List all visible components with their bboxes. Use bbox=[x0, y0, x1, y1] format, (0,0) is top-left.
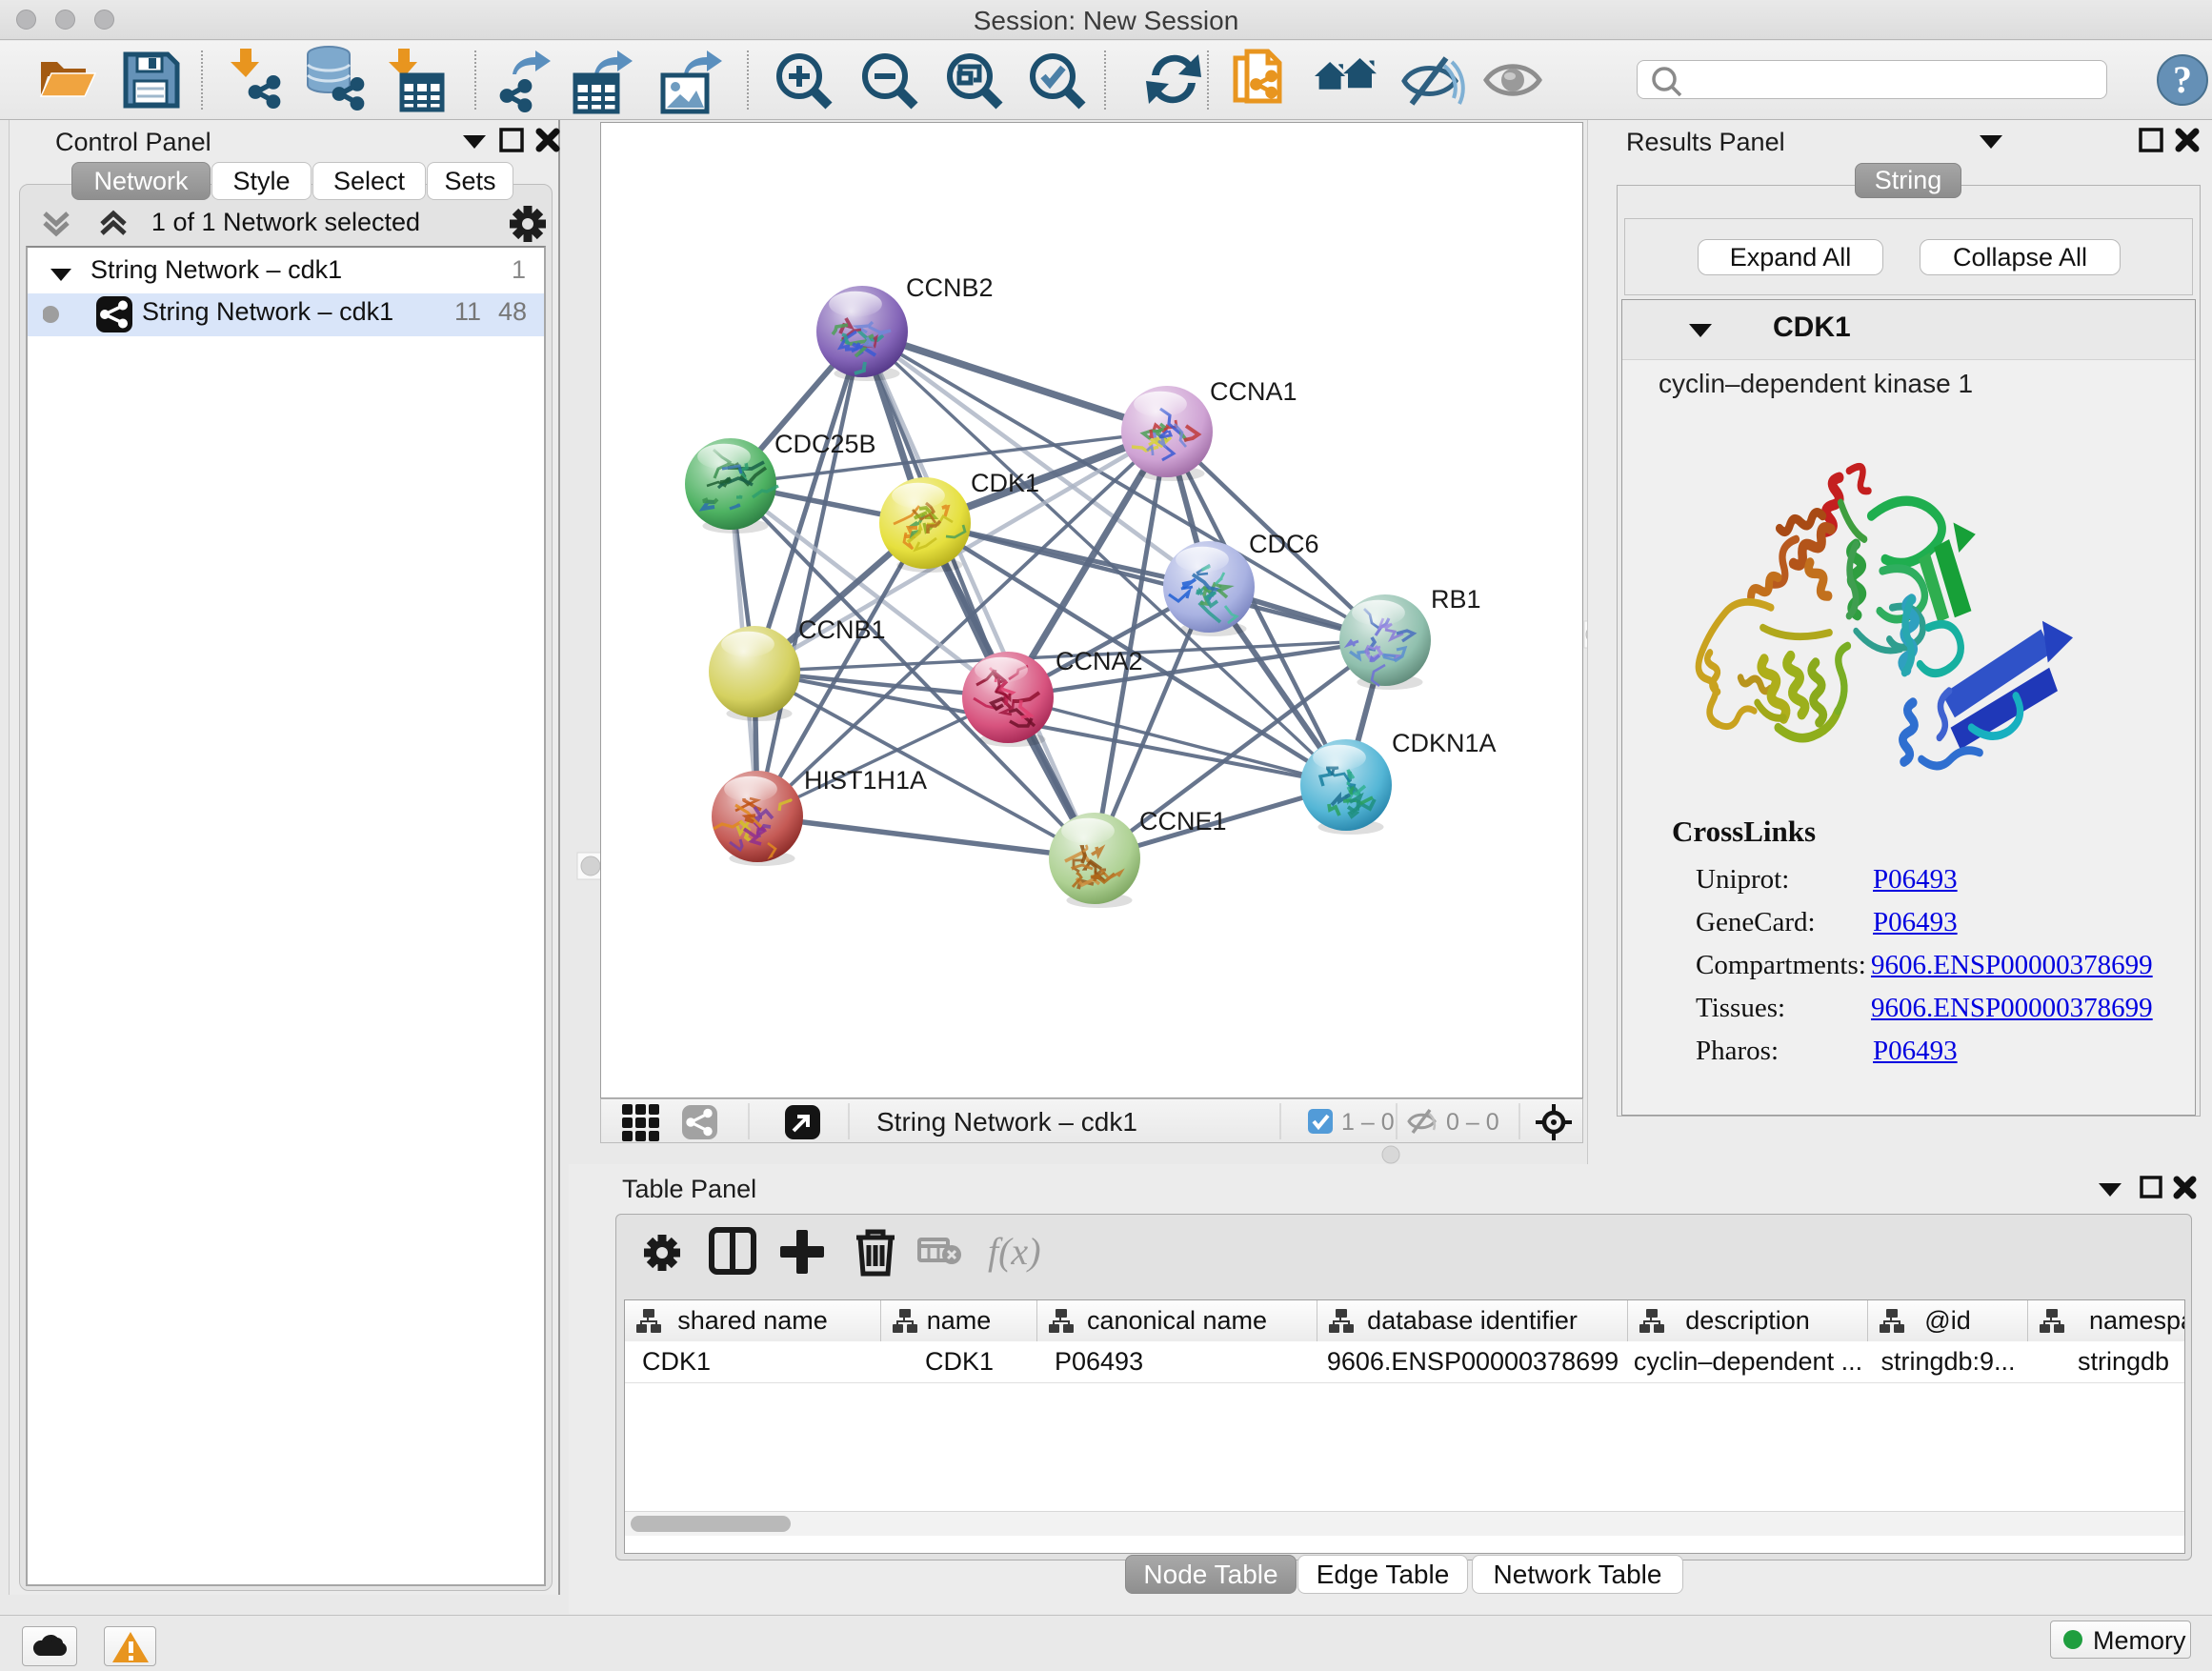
svg-text:RB1: RB1 bbox=[1431, 585, 1481, 614]
svg-text:CCNB1: CCNB1 bbox=[798, 615, 886, 644]
svg-text:String Network – cdk1: String Network – cdk1 bbox=[876, 1107, 1137, 1137]
svg-text:HIST1H1A: HIST1H1A bbox=[804, 766, 927, 795]
svg-text:CCNA2: CCNA2 bbox=[1056, 647, 1143, 675]
svg-text:CCNB2: CCNB2 bbox=[906, 273, 994, 302]
svg-text:CCNA1: CCNA1 bbox=[1210, 377, 1297, 406]
svg-text:CCNE1: CCNE1 bbox=[1139, 807, 1227, 836]
svg-text:1 – 0: 1 – 0 bbox=[1341, 1109, 1395, 1136]
svg-text:f(x): f(x) bbox=[988, 1230, 1041, 1273]
svg-text:CDC6: CDC6 bbox=[1249, 530, 1319, 558]
svg-text:?: ? bbox=[2173, 58, 2192, 101]
svg-text:CDC25B: CDC25B bbox=[774, 430, 876, 458]
svg-text:CDKN1A: CDKN1A bbox=[1392, 729, 1497, 757]
svg-text:CDK1: CDK1 bbox=[971, 469, 1039, 497]
svg-text:0 – 0: 0 – 0 bbox=[1446, 1109, 1499, 1136]
